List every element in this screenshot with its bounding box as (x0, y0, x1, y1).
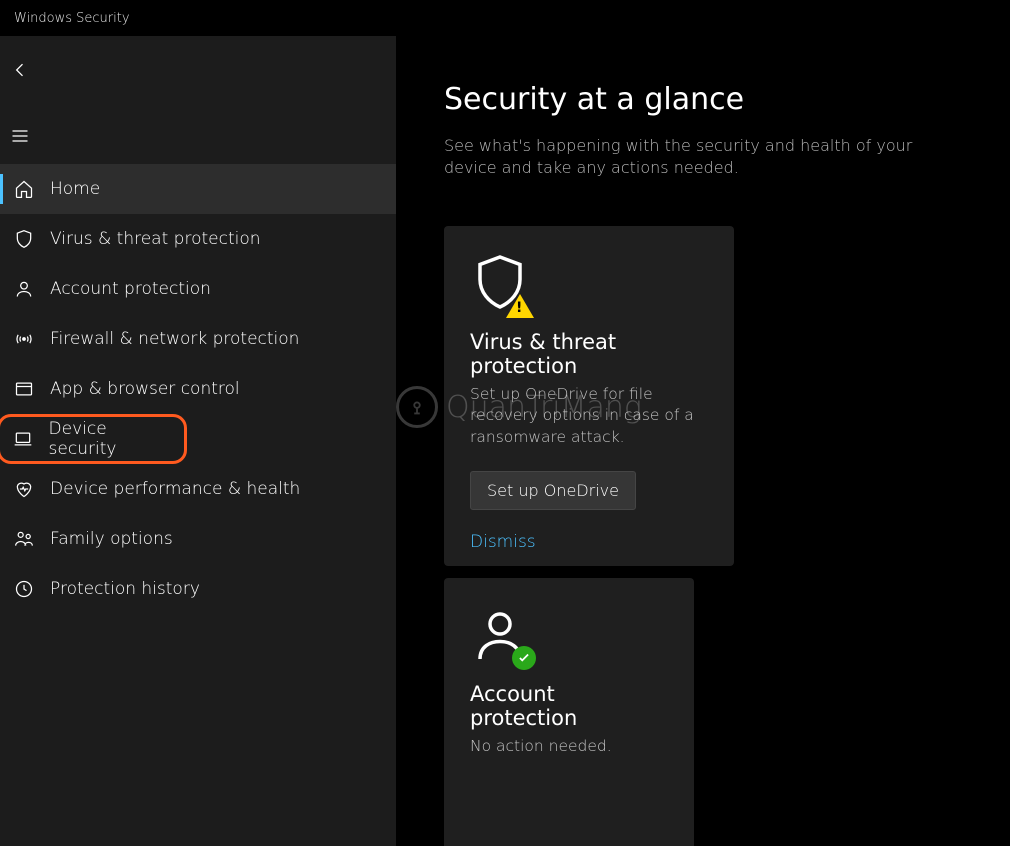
cards-grid: Virus & threat protection Set up OneDriv… (444, 226, 970, 846)
sidebar-item-label: Device performance & health (50, 479, 300, 499)
sidebar-item-virus[interactable]: Virus & threat protection (0, 214, 396, 264)
home-icon (12, 177, 36, 201)
check-badge-icon (512, 646, 536, 670)
family-icon (12, 527, 36, 551)
hamburger-button[interactable] (0, 116, 396, 156)
titlebar: Windows Security (0, 0, 1010, 36)
page-title: Security at a glance (444, 82, 970, 117)
sidebar-item-account[interactable]: Account protection (0, 264, 396, 314)
sidebar-item-label: Device security (49, 419, 172, 459)
card-title: Virus & threat protection (470, 330, 708, 378)
history-icon (12, 577, 36, 601)
card-desc: No action needed. (470, 736, 668, 758)
sidebar-item-device-security[interactable]: Device security (0, 414, 187, 464)
window-icon (12, 377, 36, 401)
sidebar-item-appbrowser[interactable]: App & browser control (0, 364, 396, 414)
person-icon (12, 277, 36, 301)
sidebar-item-firewall[interactable]: Firewall & network protection (0, 314, 396, 364)
shield-warning-icon (470, 252, 532, 314)
back-arrow-icon (10, 60, 30, 80)
antenna-icon (12, 327, 36, 351)
setup-onedrive-button[interactable]: Set up OneDrive (470, 471, 636, 510)
sidebar-item-history[interactable]: Protection history (0, 564, 396, 614)
sidebar-item-label: App & browser control (50, 379, 240, 399)
window-title: Windows Security (14, 11, 130, 26)
sidebar-item-label: Account protection (50, 279, 211, 299)
sidebar-item-performance[interactable]: Device performance & health (0, 464, 396, 514)
sidebar-item-label: Protection history (50, 579, 200, 599)
card-desc: Set up OneDrive for file recovery option… (470, 384, 708, 449)
page-subtitle: See what's happening with the security a… (444, 135, 924, 180)
dismiss-link[interactable]: Dismiss (470, 532, 536, 552)
sidebar-item-label: Firewall & network protection (50, 329, 299, 349)
person-ok-icon (470, 604, 532, 666)
sidebar-item-label: Virus & threat protection (50, 229, 261, 249)
card-account[interactable]: Account protection No action needed. (444, 578, 694, 846)
sidebar-item-label: Home (50, 179, 100, 199)
nav: Home Virus & threat protection Account p… (0, 164, 396, 614)
sidebar-item-label: Family options (50, 529, 173, 549)
shield-icon (12, 227, 36, 251)
sidebar-item-home[interactable]: Home (0, 164, 396, 214)
card-title: Account protection (470, 682, 668, 730)
sidebar: Home Virus & threat protection Account p… (0, 36, 396, 846)
main-content: Security at a glance See what's happenin… (396, 36, 1010, 846)
back-button[interactable] (0, 50, 396, 90)
laptop-icon (12, 427, 35, 451)
sidebar-item-family[interactable]: Family options (0, 514, 396, 564)
warning-badge-icon (506, 294, 534, 318)
card-virus[interactable]: Virus & threat protection Set up OneDriv… (444, 226, 734, 566)
heart-pulse-icon (12, 477, 36, 501)
hamburger-icon (10, 126, 30, 146)
